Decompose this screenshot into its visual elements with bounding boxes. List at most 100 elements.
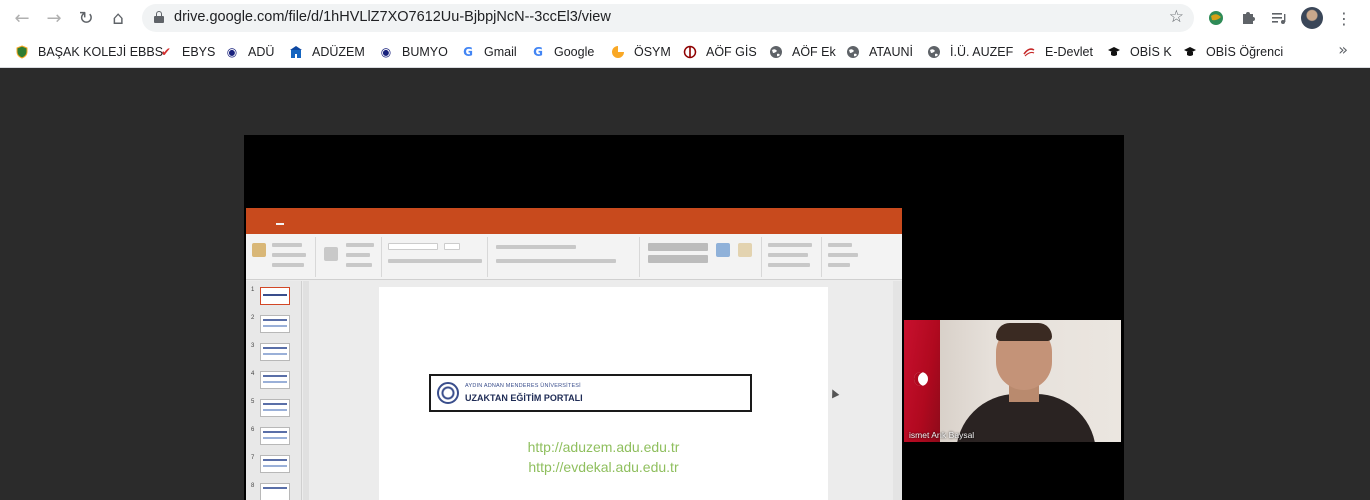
chevron-more-icon[interactable]: » <box>1338 40 1348 59</box>
bookmark-label: E-Devlet <box>1045 45 1093 59</box>
drop-icon: ◉ <box>226 45 238 59</box>
ppt-tab <box>276 223 284 225</box>
bookmark-item[interactable]: E-Devlet <box>1021 42 1093 62</box>
home-icon[interactable]: ⌂ <box>106 6 130 30</box>
ribbon-group <box>384 237 488 277</box>
drop-icon: ◉ <box>380 45 392 59</box>
bookmark-item[interactable]: ATAUNİ <box>845 42 913 62</box>
ribbon-group <box>318 237 382 277</box>
ribbon-group <box>490 237 640 277</box>
bookmark-item[interactable]: G Gmail <box>460 42 517 62</box>
thumb-number: 4 <box>251 371 255 377</box>
bookmark-item[interactable]: BAŞAK KOLEJİ EBBS <box>14 42 163 62</box>
ppt-ribbon <box>246 234 902 280</box>
bookmark-item[interactable]: G Google <box>530 42 594 62</box>
powerpoint-window: 1 2 3 4 5 6 7 8 AYDIN ADNAN MENDERES ÜNİ… <box>246 208 902 500</box>
slide-thumbnail <box>260 315 290 333</box>
bookmark-item[interactable]: ADÜZEM <box>288 42 365 62</box>
ppt-title-bar <box>246 208 902 222</box>
url-text[interactable]: drive.google.com/file/d/1hHVLlZ7XO7612Uu… <box>174 9 611 25</box>
bookmark-label: ADÜZEM <box>312 45 365 59</box>
check-icon: ✔ <box>160 45 172 59</box>
thumb-number: 1 <box>251 287 255 293</box>
ribbon-group <box>248 237 316 277</box>
bookmark-label: EBYS <box>182 45 216 59</box>
slide-link: http://aduzem.adu.edu.tr <box>527 439 680 455</box>
slide-thumbnail <box>260 371 290 389</box>
bookmark-item[interactable]: ✔ EBYS <box>158 42 215 62</box>
presenter-name: ismet Arık Baysal <box>909 430 975 440</box>
arrange-icon <box>716 243 730 257</box>
profile-avatar[interactable] <box>1301 7 1323 29</box>
slide-thumbnail <box>260 287 290 305</box>
bookmark-label: OBİS Öğrenci <box>1206 45 1284 59</box>
globe-icon <box>768 44 784 60</box>
slide-thumbnail <box>260 483 290 500</box>
bookmark-item[interactable]: ÖSYM <box>610 42 671 62</box>
bookmark-label: İ.Ü. AUZEF <box>950 45 1014 59</box>
bookmarks-bar: BAŞAK KOLEJİ EBBS ✔ EBYS ◉ ADÜ ADÜZEM ◉ BUM… <box>0 36 1370 68</box>
back-arrow-icon[interactable]: ← <box>10 6 34 30</box>
thumb-number: 8 <box>251 483 255 489</box>
browser-toolbar: ← → ↻ ⌂ drive.google.com/file/d/1hHVLlZ7… <box>0 0 1370 36</box>
media-queue-icon[interactable] <box>1268 7 1290 29</box>
bookmark-star-icon[interactable]: ☆ <box>1169 7 1184 27</box>
lock-icon[interactable] <box>154 11 164 23</box>
ribbon-group <box>642 237 762 277</box>
bookmark-label: BAŞAK KOLEJİ EBBS <box>38 45 164 59</box>
slide-thumbnail <box>260 427 290 445</box>
extension-globe-icon[interactable] <box>1205 7 1227 29</box>
bookmark-label: AÖF GİS <box>706 45 757 59</box>
slide-canvas: AYDIN ADNAN MENDERES ÜNİVERSİTESİ UZAKTA… <box>379 287 828 500</box>
globe-icon <box>926 44 942 60</box>
bookmark-label: Gmail <box>484 45 517 59</box>
reload-icon[interactable]: ↻ <box>74 6 98 30</box>
slide-link: http://evdekal.adu.edu.tr <box>528 459 679 475</box>
thumb-number: 5 <box>251 399 255 405</box>
globe-icon <box>845 44 861 60</box>
video-frame[interactable]: 1 2 3 4 5 6 7 8 AYDIN ADNAN MENDERES ÜNİ… <box>244 135 1124 500</box>
turkish-flag-icon <box>904 320 940 442</box>
kebab-menu-icon[interactable]: ⋮ <box>1333 7 1355 29</box>
google-icon: G <box>463 45 473 59</box>
university-name: AYDIN ADNAN MENDERES ÜNİVERSİTESİ <box>465 383 581 389</box>
bookmark-item[interactable]: İ.Ü. AUZEF <box>926 42 1013 62</box>
bookmark-item[interactable]: ◉ ADÜ <box>224 42 275 62</box>
address-bar[interactable]: drive.google.com/file/d/1hHVLlZ7XO7612Uu… <box>142 4 1194 32</box>
puzzle-icon[interactable] <box>1237 7 1259 29</box>
building-icon <box>288 44 304 60</box>
edevlet-icon <box>1021 44 1037 60</box>
quick-styles-icon <box>738 243 752 257</box>
circle-bar-icon <box>682 44 698 60</box>
bookmark-label: OBİS K <box>1130 45 1172 59</box>
thumb-scrollbar <box>303 281 309 500</box>
bookmark-item[interactable]: ◉ BUMYO <box>378 42 448 62</box>
webcam-overlay: ismet Arık Baysal <box>904 320 1121 442</box>
ribbon-group <box>764 237 822 277</box>
drive-viewer: 1 2 3 4 5 6 7 8 AYDIN ADNAN MENDERES ÜNİ… <box>0 69 1370 500</box>
bookmark-label: BUMYO <box>402 45 448 59</box>
paste-icon <box>252 243 266 257</box>
slide-thumbnail <box>260 455 290 473</box>
university-seal-icon <box>437 382 459 404</box>
bookmark-label: AÖF Ek <box>792 45 836 59</box>
google-icon: G <box>533 45 543 59</box>
bookmark-label: ADÜ <box>248 45 275 59</box>
thumb-number: 7 <box>251 455 255 461</box>
thumb-number: 6 <box>251 427 255 433</box>
forward-arrow-icon[interactable]: → <box>42 6 66 30</box>
slide-thumbnail <box>260 399 290 417</box>
slide-scrollbar <box>893 281 902 500</box>
new-slide-icon <box>324 247 338 261</box>
bookmark-item[interactable]: AÖF Ek <box>768 42 836 62</box>
bookmark-label: Google <box>554 45 595 59</box>
bookmark-item[interactable]: AÖF GİS <box>682 42 757 62</box>
bookmark-item[interactable]: OBİS Öğrenci <box>1182 42 1283 62</box>
bookmark-item[interactable]: OBİS K <box>1106 42 1172 62</box>
slide-thumbnail <box>260 343 290 361</box>
thumb-number: 3 <box>251 343 255 349</box>
ppt-ribbon-tabs <box>246 222 902 234</box>
portal-logo-box: AYDIN ADNAN MENDERES ÜNİVERSİTESİ UZAKTA… <box>429 374 752 412</box>
shield-icon <box>14 44 30 60</box>
grad-cap-icon <box>1182 44 1198 60</box>
